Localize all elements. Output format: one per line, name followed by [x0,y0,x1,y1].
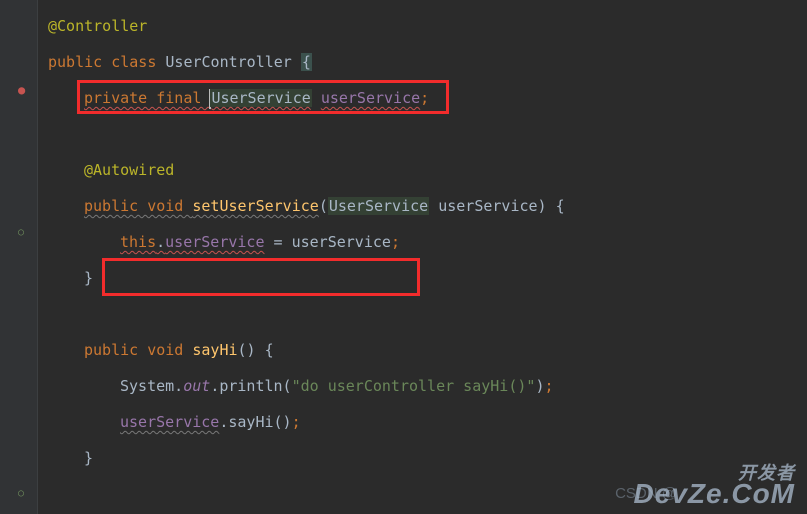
keyword-this: this [120,233,156,251]
code-line[interactable]: private final UserService userService; [38,80,807,116]
code-line[interactable]: } [38,260,807,296]
keyword: public void [84,341,192,359]
code-line[interactable]: userService.sayHi(); [38,404,807,440]
type: UserService [328,197,429,215]
override-icon: ○ [18,488,24,499]
code-line[interactable]: public void setUserService(UserService u… [38,188,807,224]
code-line[interactable]: @Autowired [38,152,807,188]
error-icon: ● [18,83,25,97]
keyword: public void [84,197,192,215]
field: userService [165,233,264,251]
code-line[interactable]: @Controller [38,8,807,44]
field: out [183,377,210,395]
field: userService [321,89,420,107]
code-line-blank[interactable] [38,116,807,152]
keyword: public class [48,53,165,71]
keyword: private final [84,89,210,107]
code-editor[interactable]: @Controller public class UserController … [38,0,807,514]
code-line-blank[interactable] [38,296,807,332]
code-line[interactable]: public void sayHi() { [38,332,807,368]
type: UserService [210,89,311,107]
gutter: ● ○ ○ [0,0,38,514]
code-line[interactable]: System.out.println("do userController sa… [38,368,807,404]
watermark-logo: 开发者 DevZe.CoM [634,465,795,506]
method: sayHi [192,341,237,359]
annotation: @Autowired [84,161,174,179]
annotation: @Controller [48,17,147,35]
brace: { [301,53,312,71]
field: userService [120,413,219,431]
code-line[interactable]: public class UserController { [38,44,807,80]
code-line[interactable]: this.userService = userService; [38,224,807,260]
override-icon: ○ [18,227,24,238]
string-literal: "do userController sayHi()" [292,377,536,395]
method: setUserService [192,197,318,215]
classname: UserController [165,53,300,71]
